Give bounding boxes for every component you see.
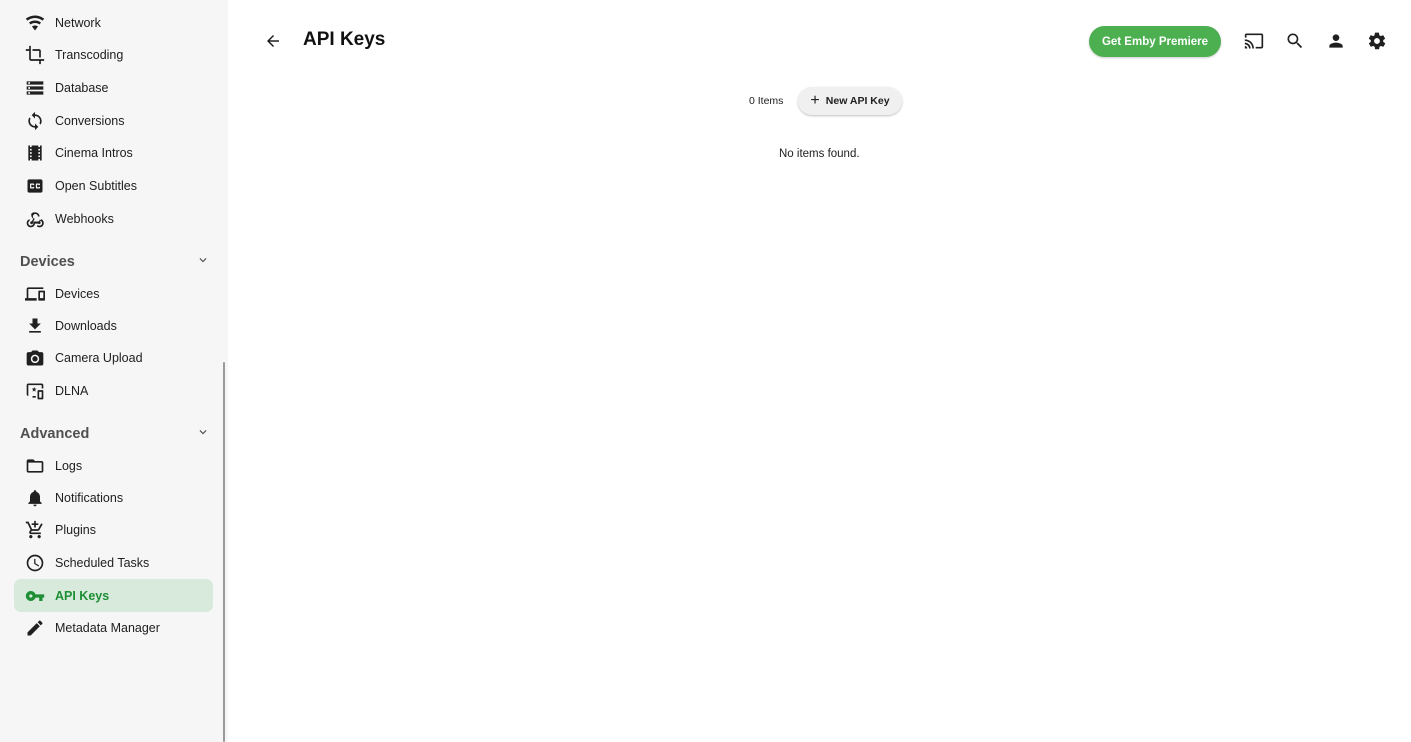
sidebar: Network Transcoding Database Conversions… [0,0,228,742]
sidebar-item-label: Plugins [55,522,96,537]
sidebar-item-label: DLNA [55,383,89,398]
gear-icon [1367,31,1387,51]
film-icon [24,142,46,164]
pencil-icon [24,617,46,639]
sidebar-item-label: Metadata Manager [55,620,160,635]
sidebar-item-label: Notifications [55,490,124,505]
chevron-down-icon [196,253,210,272]
new-api-key-button[interactable]: + New API Key [798,87,902,115]
back-button[interactable] [262,30,284,52]
sidebar-item-label: Webhooks [55,211,114,226]
crop-icon [24,44,46,66]
sidebar-item-label: Conversions [55,113,125,128]
person-icon [1326,31,1346,51]
sidebar-scrollbar[interactable] [223,362,225,742]
camera-icon [24,347,46,369]
new-api-key-label: New API Key [825,95,890,107]
items-count: 0 Items [749,95,784,107]
section-header-devices[interactable]: Devices [20,250,210,274]
sidebar-item-label: Scheduled Tasks [55,555,150,570]
plus-icon: + [810,92,820,109]
sidebar-item-cinema-intros[interactable]: Cinema Intros [14,136,213,169]
sidebar-item-devices[interactable]: Devices [14,277,213,310]
sidebar-item-transcoding[interactable]: Transcoding [14,38,213,71]
sidebar-item-network[interactable]: Network [14,6,213,39]
cart-icon [24,519,46,541]
sidebar-item-label: Open Subtitles [55,178,137,193]
settings-button[interactable] [1366,30,1388,52]
storage-icon [24,77,46,99]
arrow-left-icon [264,32,282,50]
sidebar-item-metadata-manager[interactable]: Metadata Manager [14,611,213,644]
download-icon [24,315,46,337]
sidebar-item-label: Transcoding [55,47,124,62]
sidebar-item-scheduled-tasks[interactable]: Scheduled Tasks [14,546,213,579]
sidebar-item-dlna[interactable]: DLNA [14,374,213,407]
folder-icon [24,455,46,477]
sidebar-item-notifications[interactable]: Notifications [14,481,213,514]
sidebar-item-database[interactable]: Database [14,71,213,104]
get-premiere-button[interactable]: Get Emby Premiere [1089,26,1221,57]
sidebar-item-label: API Keys [55,588,110,603]
user-button[interactable] [1325,30,1347,52]
devices-icon [24,283,46,305]
sidebar-item-camera-upload[interactable]: Camera Upload [14,341,213,374]
chevron-down-icon [196,425,210,444]
section-title: Advanced [20,426,90,442]
sidebar-item-logs[interactable]: Logs [14,449,213,482]
sidebar-item-label: Downloads [55,318,117,333]
sidebar-item-downloads[interactable]: Downloads [14,309,213,342]
sidebar-item-label: Cinema Intros [55,145,133,160]
bell-icon [24,487,46,509]
sidebar-item-webhooks[interactable]: Webhooks [14,202,213,235]
sidebar-item-open-subtitles[interactable]: Open Subtitles [14,169,213,202]
sidebar-item-api-keys[interactable]: API Keys [14,579,213,612]
closed-caption-icon [24,175,46,197]
sidebar-item-label: Logs [55,458,83,473]
section-title: Devices [20,254,75,270]
sidebar-item-label: Devices [55,286,100,301]
dlna-icon [24,380,46,402]
wifi-icon [24,12,46,34]
clock-icon [24,552,46,574]
key-icon [24,585,46,607]
page-title: API Keys [303,29,386,50]
section-header-advanced[interactable]: Advanced [20,422,210,446]
cast-button[interactable] [1243,30,1265,52]
cast-icon [1244,31,1264,51]
empty-message: No items found. [779,148,860,160]
webhook-icon [24,208,46,230]
sync-icon [24,110,46,132]
sidebar-item-label: Network [55,15,101,30]
search-button[interactable] [1284,30,1306,52]
sidebar-item-conversions[interactable]: Conversions [14,104,213,137]
search-icon [1285,31,1305,51]
sidebar-item-plugins[interactable]: Plugins [14,513,213,546]
sidebar-item-label: Camera Upload [55,350,143,365]
sidebar-item-label: Database [55,80,109,95]
